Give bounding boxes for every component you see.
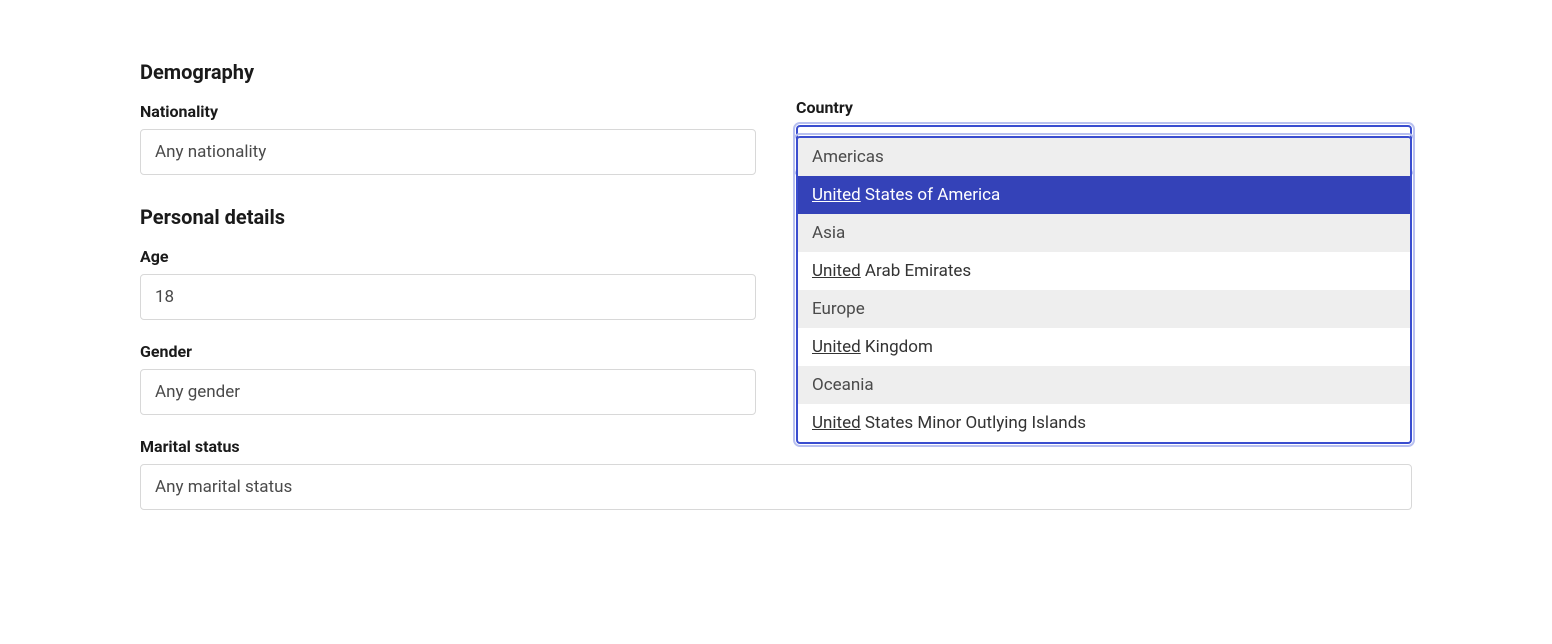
country-dropdown[interactable]: AmericasUnited States of AmericaAsiaUnit… (796, 136, 1412, 444)
gender-label: Gender (140, 342, 756, 361)
dropdown-option[interactable]: United Arab Emirates (798, 252, 1410, 290)
nationality-field: Nationality (140, 102, 756, 175)
dropdown-option-rest: Arab Emirates (861, 261, 971, 281)
dropdown-group-header: Americas (798, 138, 1410, 176)
dropdown-option-rest: States Minor Outlying Islands (861, 413, 1086, 433)
demography-heading: Demography (140, 60, 756, 84)
marital-status-input[interactable] (140, 464, 1412, 510)
age-label: Age (140, 247, 756, 266)
dropdown-option-match: United (812, 337, 861, 357)
nationality-label: Nationality (140, 102, 756, 121)
dropdown-option-match: United (812, 261, 861, 281)
dropdown-group-header: Oceania (798, 366, 1410, 404)
dropdown-option[interactable]: United States Minor Outlying Islands (798, 404, 1410, 442)
gender-input[interactable] (140, 369, 756, 415)
personal-details-heading: Personal details (140, 205, 756, 229)
nationality-input[interactable] (140, 129, 756, 175)
gender-field: Gender (140, 342, 756, 415)
age-field: Age (140, 247, 756, 320)
dropdown-option-rest: Kingdom (861, 337, 933, 357)
dropdown-option[interactable]: United States of America (798, 176, 1410, 214)
dropdown-group-header: Asia (798, 214, 1410, 252)
dropdown-option-match: United (812, 413, 861, 433)
dropdown-option-rest: States of America (861, 185, 1001, 205)
dropdown-option-match: United (812, 185, 861, 205)
marital-status-field: Marital status (140, 437, 1412, 510)
age-input[interactable] (140, 274, 756, 320)
form-grid: Demography Nationality Personal details … (140, 60, 1412, 510)
dropdown-group-header: Europe (798, 290, 1410, 328)
dropdown-option[interactable]: United Kingdom (798, 328, 1410, 366)
country-label: Country (796, 98, 1412, 117)
